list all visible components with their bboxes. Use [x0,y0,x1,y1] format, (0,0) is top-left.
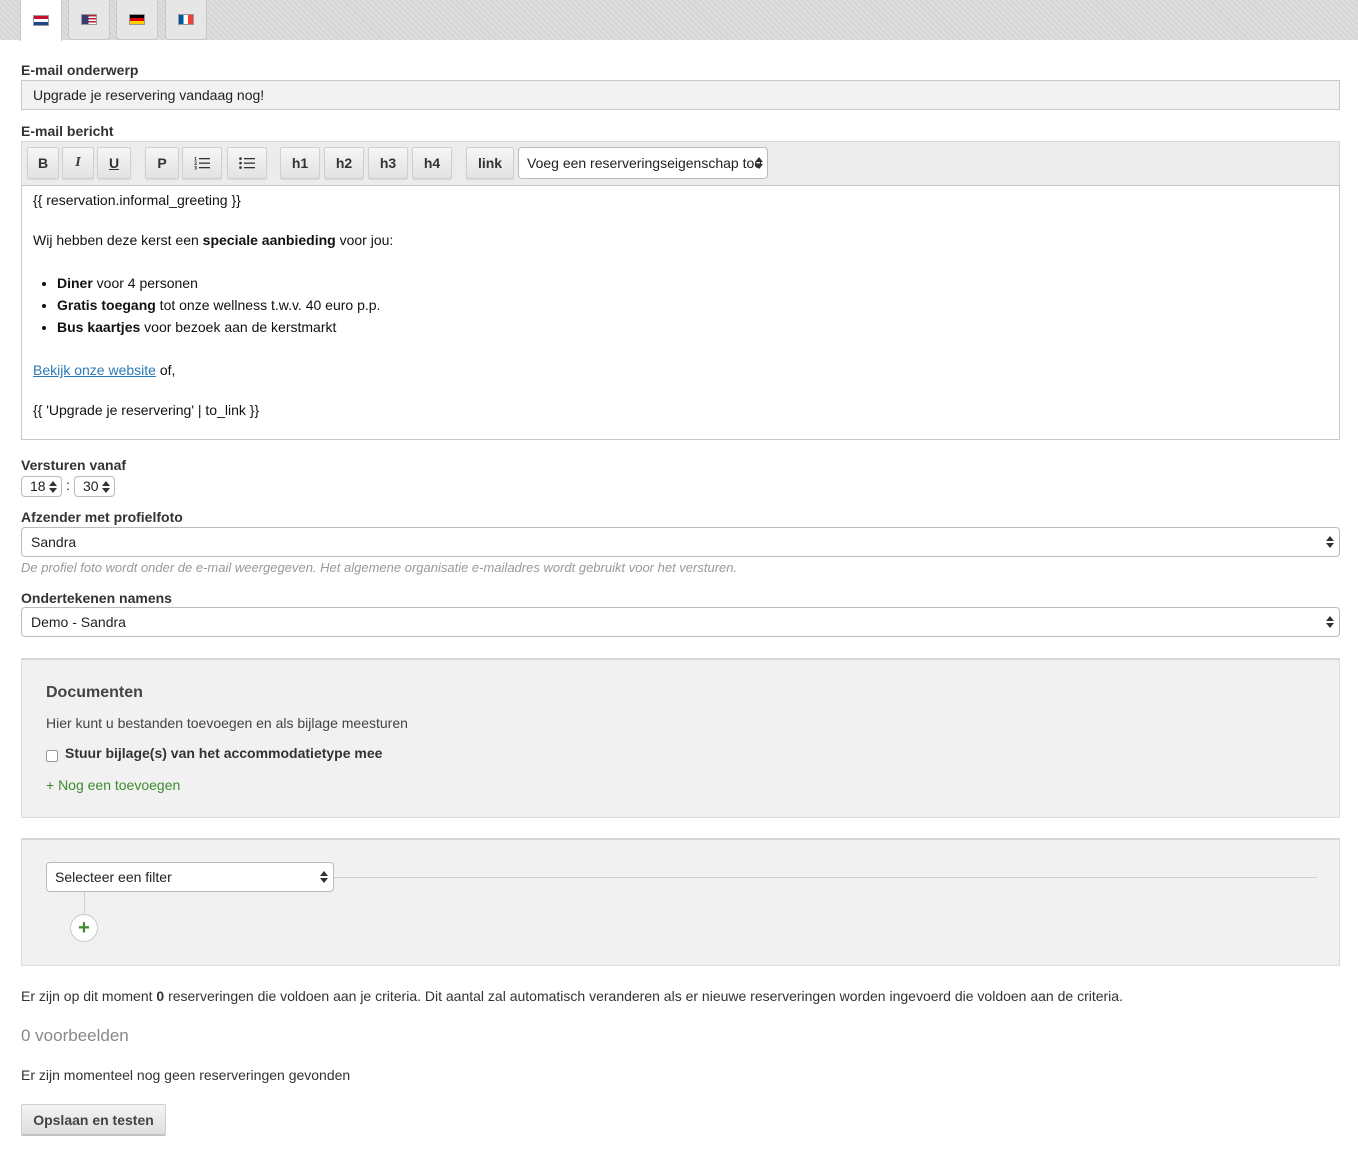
french-flag-icon [178,14,194,25]
editor-toolbar: B I U P 1 2 3 h1 h2 h3 h4 link Voeg een … [21,141,1340,185]
send-hour-select[interactable]: 18 [21,476,62,497]
website-line: Bekijk onze website of, [33,362,176,378]
select-arrows-icon [320,871,328,883]
dutch-flag-icon [33,15,49,26]
select-arrows-icon [49,480,57,493]
list-item: Diner voor 4 personen [57,272,1328,294]
list-item: Gratis toegang tot onze wellness t.w.v. … [57,294,1328,316]
unordered-list-icon [239,157,255,169]
paragraph-button[interactable]: P [145,147,179,179]
upgrade-line: {{ 'Upgrade je reservering' | to_link }} [33,402,260,418]
send-from-label: Versturen vanaf [21,457,127,473]
sender-label: Afzender met profielfoto [21,509,183,525]
bold-button[interactable]: B [27,147,59,179]
sign-on-behalf-value: Demo - Sandra [31,614,126,630]
heading3-button[interactable]: h3 [368,147,408,179]
tab-language-english[interactable] [68,0,110,40]
unordered-list-button[interactable] [227,147,267,179]
german-flag-icon [129,14,145,25]
intro-line: Wij hebben deze kerst een speciale aanbi… [33,232,394,248]
no-reservations-text: Er zijn momenteel nog geen reserveringen… [21,1067,351,1083]
link-button[interactable]: link [466,147,514,179]
heading4-button[interactable]: h4 [412,147,452,179]
heading2-button[interactable]: h2 [324,147,364,179]
sender-select-value: Sandra [31,534,77,550]
tab-language-dutch[interactable] [20,0,62,41]
send-hour-value: 18 [30,478,46,494]
select-arrows-icon [755,157,763,169]
email-subject-label: E-mail onderwerp [21,62,139,78]
save-and-test-button[interactable]: Opslaan en testen [21,1104,166,1136]
select-arrows-icon [1326,616,1334,628]
sign-on-behalf-label: Ondertekenen namens [21,590,172,606]
add-filter-button[interactable]: + [70,914,98,942]
sender-hint: De profiel foto wordt onder de e-mail we… [21,560,738,575]
email-message-label: E-mail bericht [21,123,114,139]
add-document-link[interactable]: + Nog een toevoegen [46,777,180,793]
documents-panel: Documenten Hier kunt u bestanden toevoeg… [21,658,1340,818]
underline-button[interactable]: U [97,147,131,179]
ordered-list-icon: 1 2 3 [194,157,210,171]
tab-language-german[interactable] [116,0,158,40]
email-message-editor[interactable]: {{ reservation.informal_greeting }} Wij … [21,185,1340,440]
reservation-property-select[interactable]: Voeg een reserveringseigenschap toe [518,147,768,179]
send-minute-select[interactable]: 30 [74,476,115,497]
select-arrows-icon [102,480,110,493]
heading1-button[interactable]: h1 [280,147,320,179]
filter-tree-line [84,892,85,914]
criteria-info: Er zijn op dit moment 0 reserveringen di… [21,988,1123,1004]
tab-language-french[interactable] [165,0,207,40]
filter-connector-line [334,877,1317,878]
time-separator: : [66,477,70,493]
examples-heading: 0 voorbeelden [21,1026,129,1045]
email-subject-input[interactable]: Upgrade je reservering vandaag nog! [21,80,1340,110]
sender-select[interactable]: Sandra [21,527,1340,557]
reservation-property-select-value: Voeg een reserveringseigenschap toe [527,155,763,171]
website-link[interactable]: Bekijk onze website [33,362,156,378]
attach-accommodation-label[interactable]: Stuur bijlage(s) van het accommodatietyp… [65,745,382,761]
select-arrows-icon [1326,536,1334,548]
svg-text:3: 3 [194,166,197,171]
send-minute-value: 30 [83,478,99,494]
documents-description: Hier kunt u bestanden toevoegen en als b… [46,715,408,731]
ordered-list-button[interactable]: 1 2 3 [182,147,222,179]
greeting-line: {{ reservation.informal_greeting }} [33,192,241,208]
sign-on-behalf-select[interactable]: Demo - Sandra [21,607,1340,637]
list-item: Bus kaartjes voor bezoek aan de kerstmar… [57,316,1328,338]
attach-accommodation-checkbox[interactable] [46,750,58,762]
documents-title: Documenten [46,684,143,701]
us-flag-icon [81,14,97,25]
language-tab-strip [0,0,1358,41]
offer-list: Diner voor 4 personen Gratis toegang tot… [57,272,1328,338]
italic-button[interactable]: I [62,147,94,179]
filter-select[interactable]: Selecteer een filter [46,862,334,892]
filter-panel: Selecteer een filter + [21,838,1340,966]
filter-select-value: Selecteer een filter [55,869,172,885]
